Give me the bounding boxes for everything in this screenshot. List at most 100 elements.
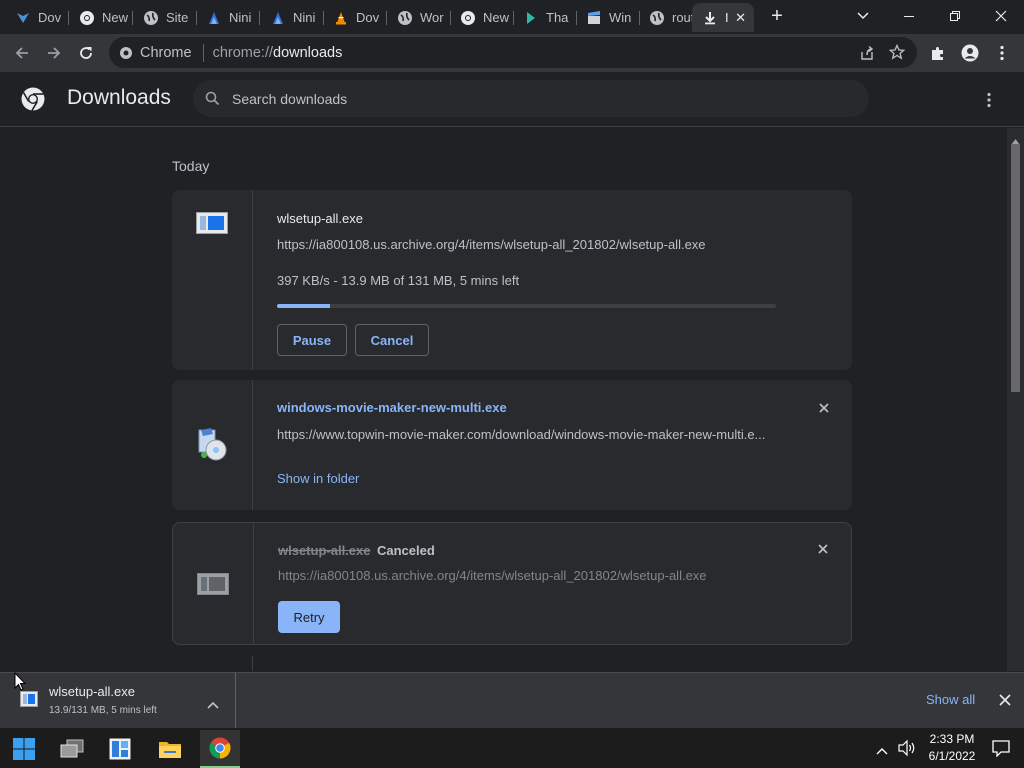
installer-file-icon-greyed: [197, 573, 229, 600]
profile-button[interactable]: [956, 39, 984, 67]
forward-button[interactable]: [40, 39, 68, 67]
downloads-header: Downloads: [0, 72, 1024, 127]
ninite-favicon-icon: [206, 10, 222, 26]
file-name-canceled: wlsetup-all.exe: [278, 543, 371, 558]
chevron-up-icon[interactable]: [207, 696, 219, 714]
bookmark-star-icon[interactable]: [888, 43, 906, 64]
restore-icon: [950, 11, 960, 21]
progress-bar: [277, 304, 776, 308]
tab-downloads-active[interactable]: I ✕: [692, 3, 754, 32]
restore-button[interactable]: [932, 0, 978, 32]
download-item-in-progress: wlsetup-all.exe https://ia800108.us.arch…: [172, 190, 852, 370]
close-window-button[interactable]: [978, 0, 1024, 32]
browser-toolbar: Chrome chrome://downloads: [0, 34, 1024, 72]
chrome-site-icon: [119, 46, 133, 60]
tab-11[interactable]: rout: [634, 3, 698, 32]
close-tab-icon[interactable]: ✕: [735, 10, 746, 26]
file-name[interactable]: wlsetup-all.exe: [277, 211, 363, 226]
tab-1[interactable]: Dov: [0, 3, 69, 32]
screen: Dov New Site Nini Nini Dov Wor New Tha W…: [0, 0, 1024, 768]
share-icon[interactable]: [859, 45, 875, 65]
file-explorer-icon: [159, 742, 181, 758]
more-actions-icon[interactable]: [986, 92, 992, 113]
profile-avatar-icon: [961, 44, 979, 62]
widgets-icon: [109, 738, 131, 760]
search-icon: [205, 91, 220, 106]
remove-item-button[interactable]: [814, 398, 834, 418]
file-url[interactable]: https://www.topwin-movie-maker.com/downl…: [277, 427, 765, 442]
back-button[interactable]: [8, 39, 36, 67]
chrome-taskbar-button[interactable]: [200, 730, 240, 768]
clock-date: 6/1/2022: [928, 749, 976, 763]
next-item-edge: [252, 656, 253, 671]
windows-taskbar: 2:33 PM 6/1/2022: [0, 728, 1024, 768]
tab-search-button[interactable]: [840, 0, 886, 32]
clapper-favicon-icon: [586, 10, 602, 26]
tab-10[interactable]: Win: [571, 3, 640, 32]
new-tab-button[interactable]: +: [766, 6, 788, 28]
file-icon-column: [173, 523, 254, 644]
file-url[interactable]: https://ia800108.us.archive.org/4/items/…: [278, 568, 707, 583]
tab-8[interactable]: New: [445, 3, 514, 32]
vlc-favicon-icon: [333, 10, 349, 26]
tab-4[interactable]: Nini: [191, 3, 260, 32]
download-icon: [702, 10, 718, 26]
url-scheme: chrome://: [212, 44, 274, 61]
chrome-favicon-icon: [460, 10, 476, 26]
url-host: downloads: [273, 44, 343, 61]
extensions-button[interactable]: [924, 39, 952, 67]
downloads-list: Today wlsetup-all.exe https://ia800108.u…: [0, 128, 1024, 671]
show-all-link[interactable]: Show all: [926, 692, 975, 707]
close-shelf-icon[interactable]: [999, 693, 1011, 711]
close-icon: [818, 544, 828, 554]
globe-favicon-icon: [397, 10, 413, 26]
show-in-folder-link[interactable]: Show in folder: [277, 471, 359, 486]
scrollbar[interactable]: [1007, 128, 1024, 671]
system-clock[interactable]: 2:33 PM 6/1/2022: [926, 731, 978, 765]
volume-icon[interactable]: [898, 739, 916, 761]
download-item-completed: windows-movie-maker-new-multi.exe https:…: [172, 380, 852, 510]
file-explorer-button[interactable]: [150, 730, 190, 768]
task-view-icon: [60, 739, 84, 758]
search-box[interactable]: [193, 80, 869, 117]
page-title: Downloads: [67, 86, 171, 109]
tray-overflow-chevron-icon[interactable]: [876, 742, 888, 760]
file-icon-column: [172, 190, 253, 370]
shelf-download-item[interactable]: wlsetup-all.exe 13.9/131 MB, 5 mins left: [8, 673, 236, 728]
globe-favicon-icon: [649, 10, 665, 26]
cancel-button[interactable]: Cancel: [355, 324, 429, 356]
kebab-menu-icon: [1000, 45, 1004, 61]
tab-5[interactable]: Nini: [255, 3, 324, 32]
tab-2[interactable]: New: [64, 3, 133, 32]
retry-button[interactable]: Retry: [278, 601, 340, 633]
minimize-button[interactable]: [886, 0, 932, 32]
tab-7[interactable]: Wor: [382, 3, 451, 32]
tab-3[interactable]: Site: [128, 3, 197, 32]
task-view-button[interactable]: [52, 730, 92, 768]
widgets-button[interactable]: [100, 730, 140, 768]
address-bar[interactable]: Chrome chrome://downloads: [109, 37, 917, 68]
reload-button[interactable]: [72, 39, 100, 67]
close-icon: [995, 10, 1007, 22]
globe-favicon-icon: [143, 10, 159, 26]
movie-maker-file-icon: [196, 428, 228, 467]
reload-icon: [80, 47, 92, 59]
site-chip-label: Chrome: [140, 44, 192, 61]
search-input[interactable]: [232, 90, 832, 107]
shelf-file-name: wlsetup-all.exe: [49, 684, 135, 699]
file-name-link[interactable]: windows-movie-maker-new-multi.exe: [277, 400, 507, 415]
scroll-thumb[interactable]: [1011, 144, 1020, 392]
chrome-menu-button[interactable]: [988, 39, 1016, 67]
pause-button[interactable]: Pause: [277, 324, 347, 356]
back-arrow-icon: [15, 47, 28, 59]
notification-center-icon[interactable]: [992, 740, 1010, 762]
start-button[interactable]: [4, 730, 44, 768]
remove-item-button[interactable]: [813, 539, 833, 559]
download-shelf: wlsetup-all.exe 13.9/131 MB, 5 mins left…: [0, 672, 1024, 728]
file-icon-column: [172, 380, 253, 510]
chrome-icon: [209, 737, 231, 759]
tab-6[interactable]: Dov: [318, 3, 387, 32]
clock-time: 2:33 PM: [929, 732, 975, 746]
file-url[interactable]: https://ia800108.us.archive.org/4/items/…: [277, 237, 706, 252]
tab-9[interactable]: Tha: [508, 3, 577, 32]
